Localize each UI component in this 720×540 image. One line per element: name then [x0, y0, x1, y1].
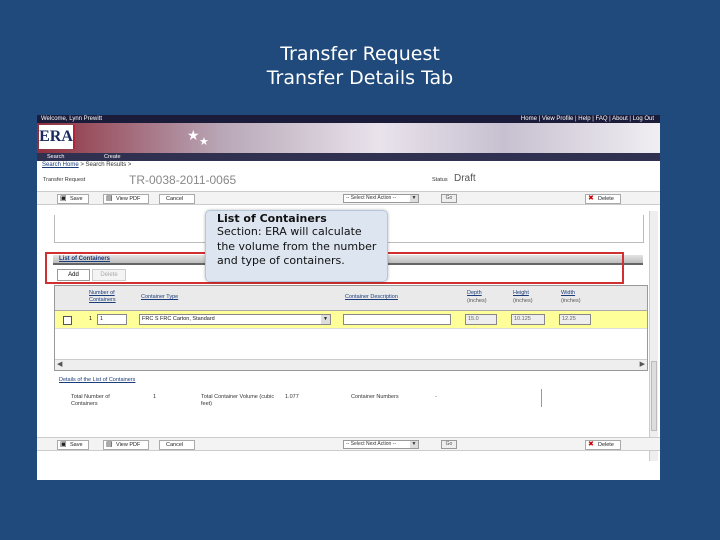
nav-search[interactable]: Search: [47, 153, 64, 161]
save-label: Save: [70, 442, 83, 448]
request-header: Transfer Request TR-0038-2011-0065 Statu…: [43, 173, 655, 187]
details-title[interactable]: Details of the List of Containers: [59, 377, 135, 383]
chevron-down-icon: ▼: [410, 441, 418, 448]
total-number-value: 1: [153, 394, 157, 400]
pdf-icon: ▤: [106, 441, 113, 448]
containers-table: Number of Containers Container Type Cont…: [54, 285, 648, 371]
top-bar: Welcome, Lynn Prewitt Home | View Profil…: [37, 115, 660, 123]
request-label: Transfer Request: [43, 177, 86, 183]
breadcrumb: Search Home > Search Results >: [42, 161, 131, 169]
save-icon: ▣: [60, 195, 67, 202]
total-volume-value: 1.077: [285, 394, 299, 400]
table-row: 1 1 FRC S FRC Carton, Standard ▼ 15.0 10…: [55, 311, 647, 329]
scroll-left-icon[interactable]: ◀: [57, 360, 62, 368]
top-toolbar: ▣ Save ▤ View PDF Cancel -- Select Next Ac…: [37, 191, 660, 205]
container-type-value: FRC S FRC Carton, Standard: [142, 316, 215, 322]
col-depth-unit: (inches): [467, 298, 487, 304]
status-value: Draft: [454, 173, 476, 184]
status-label: Status: [432, 177, 448, 183]
next-action-value: -- Select Next Action --: [346, 441, 397, 447]
nav-create[interactable]: Create: [104, 153, 121, 161]
container-numbers-label: Container Numbers: [351, 394, 399, 400]
delete-label: Delete: [598, 196, 614, 202]
col-number-of-containers[interactable]: Number of Containers: [89, 290, 129, 304]
slide-title-line2: Transfer Details Tab: [266, 67, 454, 89]
divider: [541, 389, 542, 407]
table-header: Number of Containers Container Type Cont…: [55, 286, 647, 311]
col-depth[interactable]: Depth: [467, 290, 482, 297]
save-button[interactable]: ▣ Save: [57, 194, 89, 204]
breadcrumb-current: > Search Results >: [80, 162, 132, 168]
go-button[interactable]: Go: [441, 440, 457, 449]
callout: List of Containers Section: ERA will cal…: [205, 210, 388, 282]
next-action-value: -- Select Next Action --: [346, 195, 397, 201]
save-button[interactable]: ▣ Save: [57, 440, 89, 450]
cancel-label: Cancel: [166, 196, 184, 202]
view-pdf-button[interactable]: ▤ View PDF: [103, 440, 149, 450]
era-logo: ERA: [39, 125, 75, 149]
page-scrollbar[interactable]: [649, 211, 658, 461]
next-action-select[interactable]: -- Select Next Action -- ▼: [343, 440, 419, 449]
container-description-input[interactable]: [343, 314, 451, 325]
go-button[interactable]: Go: [441, 194, 457, 203]
slide-title: Transfer Request Transfer Details Tab: [0, 42, 720, 90]
col-height-unit: (inches): [513, 298, 533, 304]
scrollbar-thumb[interactable]: [651, 361, 657, 431]
callout-title: List of Containers: [217, 212, 327, 225]
delete-button[interactable]: ✖ Delete: [585, 440, 621, 450]
table-horizontal-scrollbar[interactable]: ◀ ▶: [55, 359, 647, 370]
close-icon: ✖: [588, 441, 594, 448]
scroll-right-icon[interactable]: ▶: [640, 360, 645, 368]
container-type-select[interactable]: FRC S FRC Carton, Standard ▼: [139, 314, 331, 325]
col-container-type[interactable]: Container Type: [141, 294, 178, 301]
view-pdf-label: View PDF: [116, 442, 141, 448]
container-numbers-value: -: [435, 394, 437, 400]
number-of-containers-input[interactable]: 1: [97, 314, 127, 325]
details-summary: Total Number of Containers 1 Total Conta…: [59, 385, 629, 415]
cancel-button[interactable]: Cancel: [159, 440, 195, 450]
delete-button[interactable]: ✖ Delete: [585, 194, 621, 204]
request-id: TR-0038-2011-0065: [129, 173, 237, 187]
width-field: 12.25: [559, 314, 591, 325]
col-container-description[interactable]: Container Description: [345, 294, 398, 301]
breadcrumb-search-home[interactable]: Search Home: [42, 162, 79, 168]
col-height[interactable]: Height: [513, 290, 529, 297]
height-field: 10.125: [511, 314, 545, 325]
col-width[interactable]: Width: [561, 290, 575, 297]
star-icon: ★: [199, 136, 209, 148]
save-label: Save: [70, 196, 83, 202]
star-icon: ★: [187, 127, 200, 143]
nav-bar: Search Create: [37, 153, 660, 161]
cancel-button[interactable]: Cancel: [159, 194, 195, 204]
era-screenshot: Welcome, Lynn Prewitt Home | View Profil…: [37, 115, 660, 480]
delete-label: Delete: [598, 442, 614, 448]
chevron-down-icon: ▼: [321, 315, 330, 324]
row-prefix: 1: [89, 316, 93, 322]
col-width-unit: (inches): [561, 298, 581, 304]
banner: ERA ★ ★: [37, 123, 660, 153]
callout-body: Section: ERA will calculate the volume f…: [217, 225, 377, 267]
view-pdf-button[interactable]: ▤ View PDF: [103, 194, 149, 204]
total-volume-label: Total Container Volume (cubic feet): [201, 394, 275, 407]
close-icon: ✖: [588, 195, 594, 202]
row-select-checkbox[interactable]: [63, 316, 72, 325]
total-number-label: Total Number of Containers: [71, 394, 110, 407]
welcome-text: Welcome, Lynn Prewitt: [41, 116, 103, 122]
depth-field: 15.0: [465, 314, 497, 325]
top-links[interactable]: Home | View Profile | Help | FAQ | About…: [521, 115, 654, 123]
bottom-toolbar: ▣ Save ▤ View PDF Cancel -- Select Next Ac…: [37, 437, 660, 451]
cancel-label: Cancel: [166, 442, 184, 448]
save-icon: ▣: [60, 441, 67, 448]
chevron-down-icon: ▼: [410, 195, 418, 202]
slide-title-line1: Transfer Request: [280, 43, 440, 65]
view-pdf-label: View PDF: [116, 196, 141, 202]
pdf-icon: ▤: [106, 195, 113, 202]
next-action-select[interactable]: -- Select Next Action -- ▼: [343, 194, 419, 203]
